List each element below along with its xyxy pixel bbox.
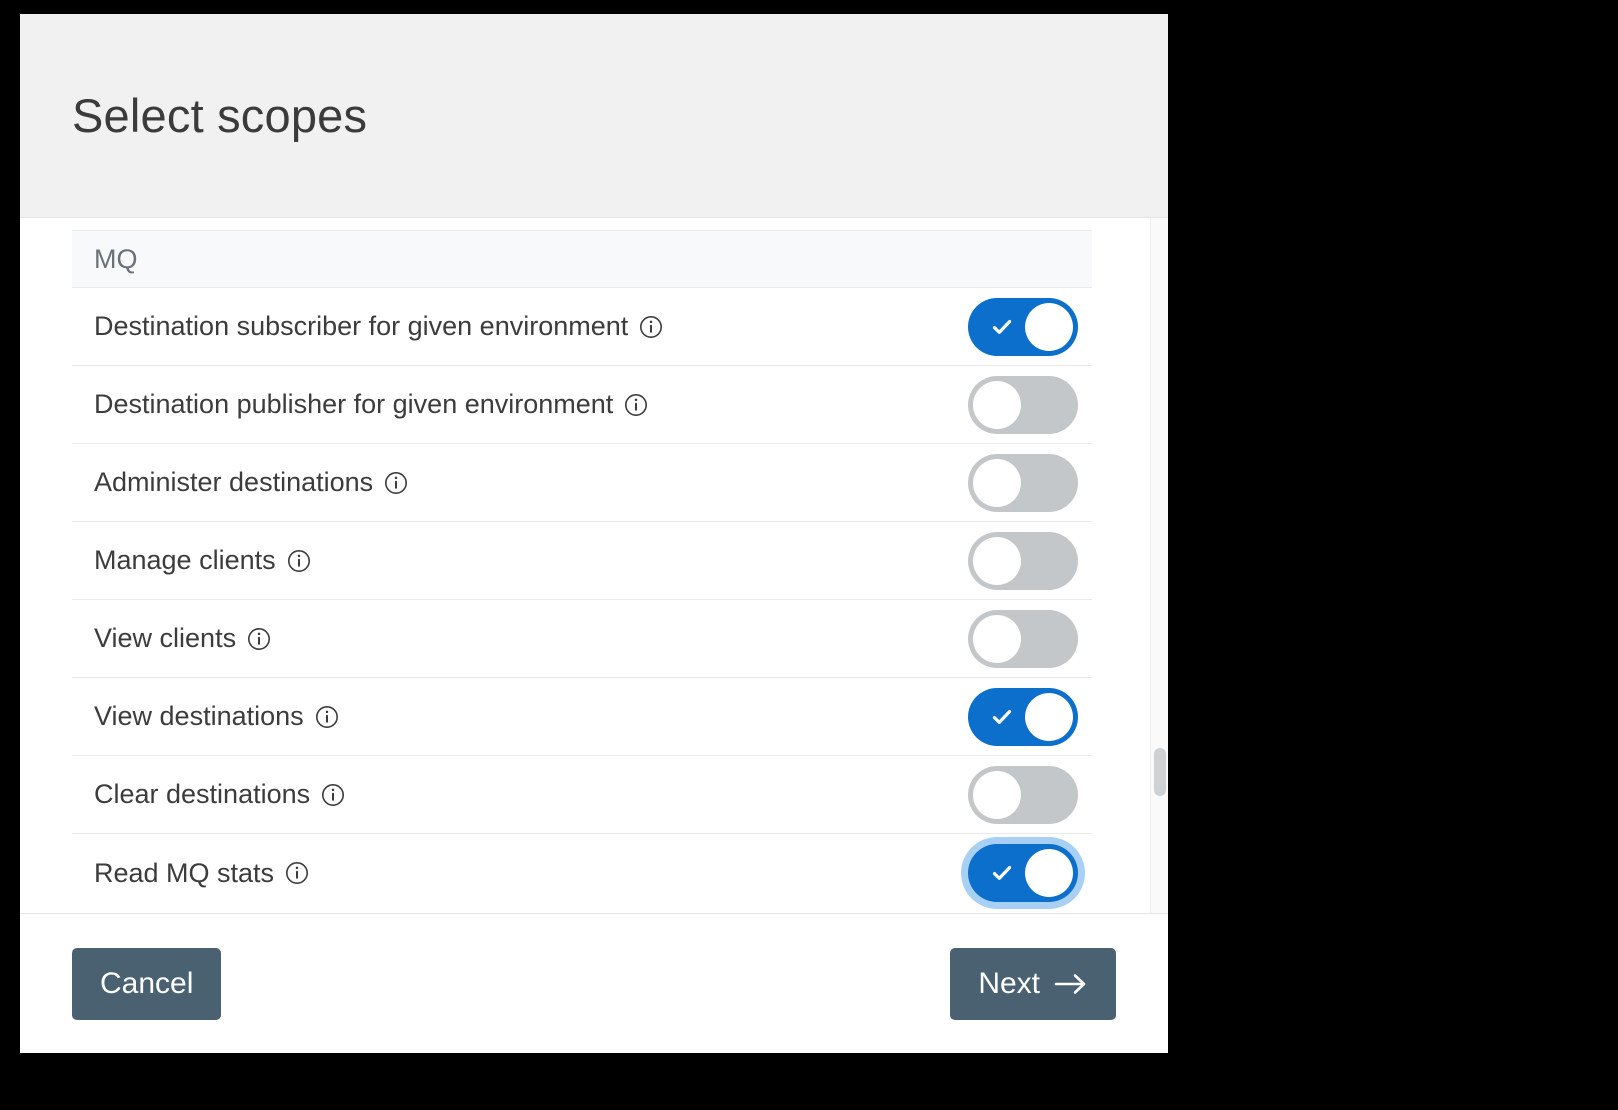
scope-toggle[interactable] <box>968 531 1078 590</box>
dialog-header: Select scopes <box>20 14 1168 218</box>
select-scopes-dialog: Select scopes MQ Destination subscriber … <box>20 14 1168 1053</box>
scope-toggle-cell <box>938 453 1078 512</box>
scope-label-group: Manage clients <box>94 545 938 576</box>
list-item: Clear destinations <box>72 756 1092 834</box>
toggle-knob <box>1025 302 1073 351</box>
next-button[interactable]: Next <box>950 947 1116 1020</box>
info-circle-icon[interactable] <box>285 861 309 885</box>
list-item: Destination publisher for given environm… <box>72 366 1092 444</box>
info-circle-icon[interactable] <box>247 627 271 651</box>
list-item: View clients <box>72 600 1092 678</box>
dialog-body: MQ Destination subscriber for given envi… <box>20 218 1168 913</box>
scope-label-group: View destinations <box>94 701 938 732</box>
scope-label: View clients <box>94 623 237 653</box>
scope-label: Clear destinations <box>94 779 311 809</box>
scope-toggle-cell <box>938 609 1078 668</box>
scope-label: Administer destinations <box>94 467 374 497</box>
list-item: Manage clients <box>72 522 1092 600</box>
scope-label: Read MQ stats <box>94 857 275 888</box>
check-icon <box>990 861 1014 885</box>
info-circle-icon[interactable] <box>315 705 339 729</box>
screen: Select scopes MQ Destination subscriber … <box>0 0 1618 1110</box>
scope-toggle-cell <box>938 844 1078 902</box>
toggle-knob <box>973 458 1021 507</box>
scope-label-group: Read MQ stats <box>94 858 938 889</box>
scope-label: View destinations <box>94 701 304 731</box>
list-item: View destinations <box>72 678 1092 756</box>
page-title: Select scopes <box>72 89 368 142</box>
vertical-scrollbar-track[interactable] <box>1150 218 1168 913</box>
toggle-knob <box>1025 692 1073 741</box>
scope-group-label: MQ <box>94 243 138 274</box>
scope-toggle-cell <box>938 687 1078 746</box>
scope-toggle[interactable] <box>968 297 1078 356</box>
scope-label: Destination publisher for given environm… <box>94 389 614 419</box>
list-item: Read MQ stats <box>72 834 1092 912</box>
cancel-button[interactable]: Cancel <box>72 947 222 1020</box>
scope-label: Destination subscriber for given environ… <box>94 311 629 341</box>
info-circle-icon[interactable] <box>639 315 663 339</box>
arrow-right-icon <box>1054 971 1088 997</box>
scope-label-group: Administer destinations <box>94 467 938 498</box>
scope-toggle-cell <box>938 375 1078 434</box>
scope-toggle[interactable] <box>968 687 1078 746</box>
check-icon <box>990 315 1014 339</box>
scope-toggle[interactable] <box>968 844 1078 902</box>
cancel-button-label: Cancel <box>100 966 194 1000</box>
toggle-knob <box>973 536 1021 585</box>
list-item: Destination subscriber for given environ… <box>72 288 1092 366</box>
toggle-knob <box>973 380 1021 429</box>
info-circle-icon[interactable] <box>624 393 648 417</box>
check-icon <box>990 705 1014 729</box>
scope-toggle[interactable] <box>968 453 1078 512</box>
scope-label: Manage clients <box>94 545 276 575</box>
scope-toggle-cell <box>938 765 1078 824</box>
vertical-scrollbar-thumb[interactable] <box>1154 748 1166 796</box>
info-circle-icon[interactable] <box>287 549 311 573</box>
scope-label-group: Destination subscriber for given environ… <box>94 311 938 342</box>
toggle-knob <box>973 770 1021 819</box>
dialog-footer: Cancel Next <box>20 913 1168 1053</box>
scope-toggle-cell <box>938 531 1078 590</box>
toggle-knob <box>1025 849 1073 897</box>
info-circle-icon[interactable] <box>321 783 345 807</box>
info-circle-icon[interactable] <box>384 471 408 495</box>
scope-group-header-mq: MQ <box>72 230 1092 288</box>
scope-toggle[interactable] <box>968 609 1078 668</box>
toggle-knob <box>973 614 1021 663</box>
scope-label-group: View clients <box>94 623 938 654</box>
scope-list: MQ Destination subscriber for given envi… <box>72 230 1092 912</box>
scope-toggle[interactable] <box>968 765 1078 824</box>
scope-label-group: Destination publisher for given environm… <box>94 389 938 420</box>
scope-toggle-cell <box>938 297 1078 356</box>
scope-label-group: Clear destinations <box>94 779 938 810</box>
next-button-label: Next <box>978 966 1040 1000</box>
list-item: Administer destinations <box>72 444 1092 522</box>
scope-toggle[interactable] <box>968 375 1078 434</box>
